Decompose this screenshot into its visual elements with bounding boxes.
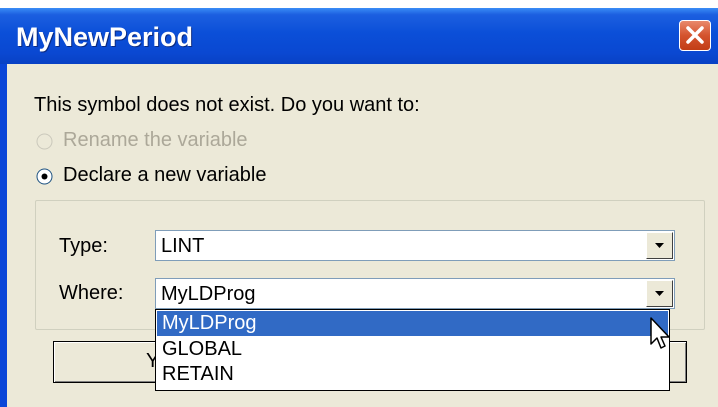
declare-radio[interactable]	[36, 168, 53, 185]
dropdown-item-retain[interactable]: RETAIN	[157, 362, 668, 387]
type-dropdown-button[interactable]	[646, 232, 673, 259]
rename-radio	[36, 133, 53, 150]
title-bar[interactable]: MyNewPeriod	[0, 8, 718, 64]
where-dropdown-list: MyLDProg GLOBAL RETAIN	[155, 309, 670, 391]
chevron-down-icon	[655, 291, 664, 296]
close-icon	[686, 26, 704, 44]
type-value: LINT	[161, 235, 205, 257]
rename-option-label: Rename the variable	[63, 129, 248, 151]
where-combobox[interactable]: MyLDProg	[155, 278, 675, 309]
type-label: Type:	[59, 235, 108, 257]
prompt-message: This symbol does not exist. Do you want …	[34, 94, 420, 116]
where-label: Where:	[59, 282, 124, 304]
type-combobox[interactable]: LINT	[155, 230, 675, 261]
dialog-title: MyNewPeriod	[16, 22, 194, 52]
where-value: MyLDProg	[161, 283, 256, 305]
mouse-cursor-icon	[650, 317, 670, 349]
where-dropdown-button[interactable]	[646, 280, 673, 307]
close-button[interactable]	[679, 20, 711, 51]
dropdown-item-myldprog[interactable]: MyLDProg	[157, 311, 668, 336]
dropdown-item-global[interactable]: GLOBAL	[157, 337, 668, 362]
declare-option-label[interactable]: Declare a new variable	[63, 164, 266, 187]
chevron-down-icon	[655, 243, 664, 248]
